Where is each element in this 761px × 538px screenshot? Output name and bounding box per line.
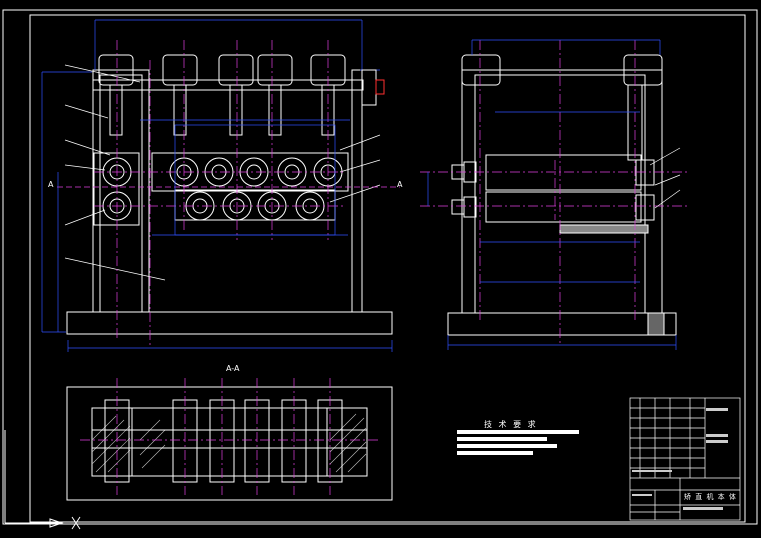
section-view-title: A-A bbox=[226, 364, 240, 373]
title-block-drawing-name: 矫 直 机 本 体 bbox=[684, 493, 737, 501]
section-marker-left: A bbox=[48, 180, 54, 189]
cad-drawing-canvas bbox=[0, 0, 761, 538]
tech-requirements-title: 技 术 要 求 bbox=[484, 420, 538, 429]
section-marker-right: A bbox=[397, 180, 403, 189]
